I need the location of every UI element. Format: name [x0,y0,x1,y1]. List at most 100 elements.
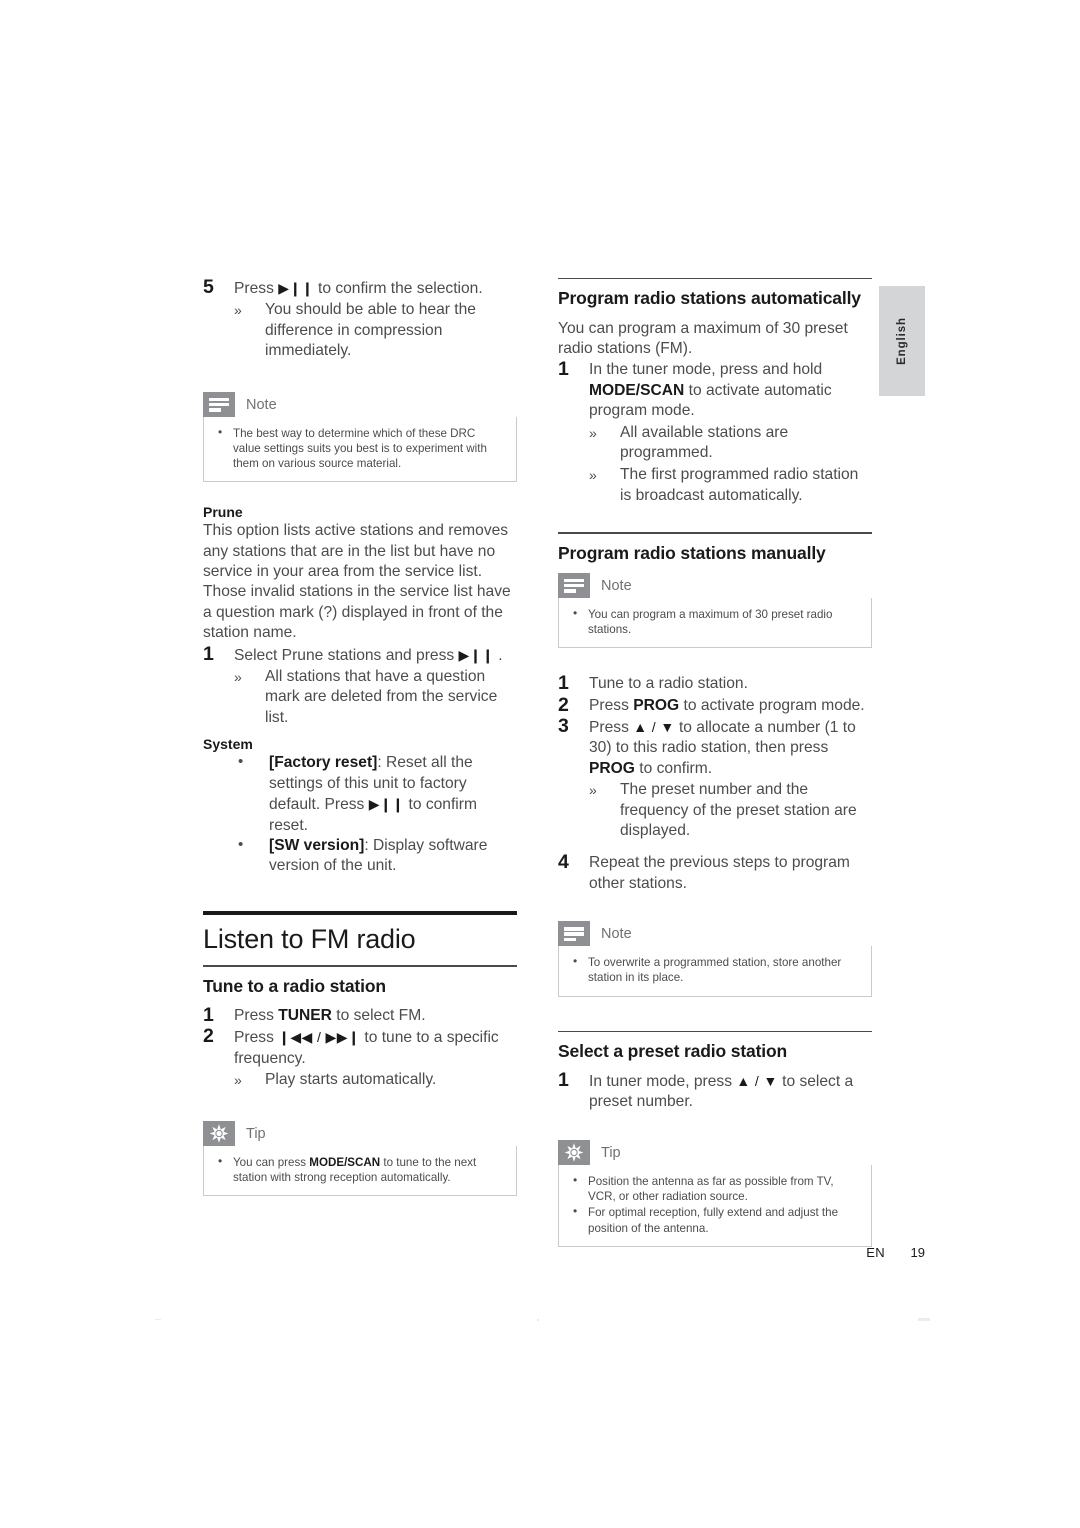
right-column: Program radio stations automatically You… [558,278,872,1247]
note-icon [203,391,235,417]
bullet-icon: • [238,753,244,771]
callout-header: Tip [203,1120,517,1146]
step-5-result: » You should be able to hear the differe… [203,300,517,361]
crop-mark-right [918,1318,930,1321]
section-rule-top [203,910,517,915]
callout-item-text: The best way to determine which of these… [233,426,487,471]
step-text-before: Press [589,696,629,714]
page-footer: EN 19 [0,1245,1080,1260]
tune-step-2-result: » Play starts automatically. [203,1070,517,1090]
step-text-after: to select FM. [336,1006,426,1024]
step-text-before: Select Prune stations and press [234,646,455,664]
result-chevron-icon: » [234,669,242,686]
result-chevron-icon: » [589,782,597,799]
result-chevron-icon: » [589,424,597,441]
tip-antenna: Tip • Position the antenna as far as pos… [558,1139,872,1247]
step-text-after: to tune to a specific frequency. [234,1029,499,1067]
system-item-term: [Factory reset] [269,754,378,772]
sub-rule-select-preset [558,1030,872,1032]
program-manual-step-2: 2 Press PROG to activate program mode. [558,694,872,716]
crop-mark-center [537,1319,539,1321]
callout-label: Tip [601,1144,621,1161]
step-text-after: to activate program mode. [683,696,865,714]
result-text: Play starts automatically. [265,1071,437,1089]
callout-body: • You can press MODE/SCAN to tune to the… [203,1145,517,1196]
crop-mark-left [155,1319,161,1320]
prog-key-label: PROG [633,696,680,714]
callout-body: • Position the antenna as far as possibl… [558,1164,872,1247]
select-preset-step-1: 1 In tuner mode, press ▲ / ▼ to select a… [558,1069,872,1113]
callout-header: Note [558,572,872,598]
step-number: 4 [558,851,569,874]
callout-item: • You can press MODE/SCAN to tune to the… [216,1153,504,1185]
step-number: 1 [203,642,214,665]
result-chevron-icon: » [234,1072,242,1089]
callout-label: Note [601,926,632,943]
sub-rule-program-auto [558,278,872,280]
step-text-before: Press [589,718,629,736]
prog-key-label: PROG [589,759,635,777]
step-text-mid: to allocate a number (1 to 30) to this r… [589,718,856,757]
program-manual-step-3-result: » The preset number and the frequency of… [558,780,872,841]
bullet-icon: • [218,1153,223,1168]
step-number: 1 [558,672,569,695]
left-column: 5 Press ▶❙❙ to confirm the selection. » … [203,276,517,1196]
footer-language-code: EN [866,1245,885,1260]
program-auto-heading: Program radio stations automatically [558,288,861,309]
section-rule-bottom [203,965,517,967]
bullet-icon: • [573,1172,578,1187]
step-text: Tune to a radio station. [589,675,748,693]
step-5: 5 Press ▶❙❙ to confirm the selection. [203,276,517,299]
callout-header: Note [203,391,517,417]
step-text-before: Press [234,1006,274,1024]
note-icon [558,572,590,598]
callout-body: • The best way to determine which of the… [203,416,517,483]
program-manual-step-3: 3 Press ▲ / ▼ to allocate a number (1 to… [558,714,872,779]
sub-rule-program-manual [558,532,872,534]
language-tab-label: English [896,317,908,365]
language-tab: English [879,286,925,396]
tip-icon [558,1139,590,1165]
program-manual-step-1: 1 Tune to a radio station. [558,672,872,695]
callout-item-text: Position the antenna as far as possible … [588,1174,834,1204]
note-preset-max: Note • You can program a maximum of 30 p… [558,572,872,649]
tip-mode-scan: Tip • You can press MODE/SCAN to tune to… [203,1120,517,1196]
prune-step-1: 1 Select Prune stations and press ▶❙❙ . [203,642,517,666]
callout-body: • To overwrite a programmed station, sto… [558,946,872,997]
system-heading: System [203,736,253,753]
step-number: 3 [558,714,569,737]
step-text-after: to confirm. [639,759,713,777]
step-number: 2 [203,1025,214,1048]
prune-heading: Prune [203,504,243,521]
mode-scan-key-label: MODE/SCAN [589,381,685,399]
callout-header: Note [558,921,872,947]
system-item-factory-reset: • [Factory reset]: Reset all the setting… [203,753,517,836]
prune-paragraph: This option lists active stations and re… [203,522,511,642]
bullet-icon: • [573,605,578,620]
prune-step-1-result: » All stations that have a question mark… [203,667,517,728]
callout-item: • You can program a maximum of 30 preset… [571,605,859,637]
callout-body: • You can program a maximum of 30 preset… [558,597,872,649]
note-drc: Note • The best way to determine which o… [203,391,517,483]
program-manual-heading: Program radio stations manually [558,542,826,563]
result-text: The preset number and the frequency of t… [620,781,857,839]
play-pause-icon: ▶❙❙ [458,646,494,663]
play-pause-icon: ▶❙❙ [368,796,405,813]
step-text: Repeat the previous steps to program oth… [589,854,850,892]
result-text: All stations that have a question mark a… [265,668,498,726]
program-auto-result-1: » All available stations are programmed. [558,423,872,464]
up-down-arrow-icon: ▲ / ▼ [736,1073,778,1090]
program-auto-paragraph: You can program a maximum of 30 preset r… [558,319,848,357]
callout-label: Note [246,396,277,413]
bullet-icon: • [218,424,223,439]
up-down-arrow-icon: ▲ / ▼ [633,718,675,735]
bullet-icon: • [573,1204,578,1219]
system-item-sw-version: • [SW version]: Display software version… [203,836,517,877]
callout-item: • Position the antenna as far as possibl… [571,1172,859,1204]
tune-step-1: 1 Press TUNER to select FM. [203,1004,517,1026]
callout-header: Tip [558,1139,872,1165]
callout-label: Note [601,577,632,594]
callout-item-text: To overwrite a programmed station, store… [588,956,842,985]
result-text: All available stations are programmed. [620,423,789,461]
bullet-icon: • [238,835,244,853]
